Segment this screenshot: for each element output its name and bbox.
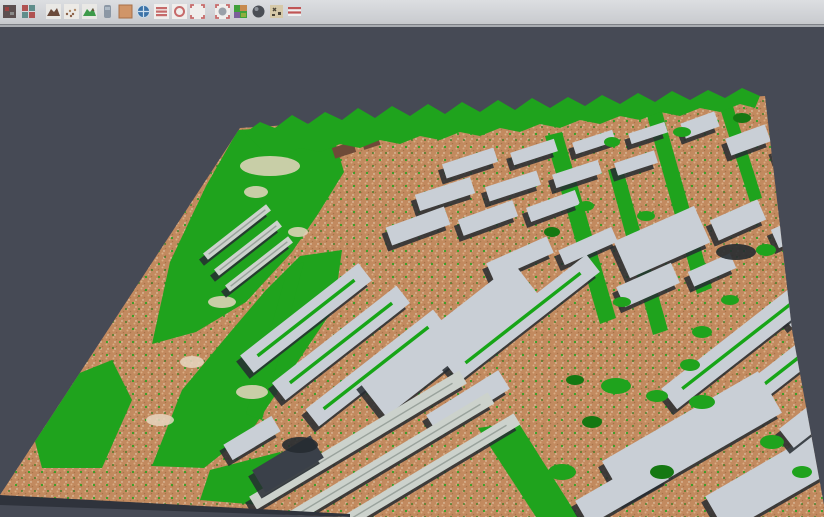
tree-blob xyxy=(692,326,712,338)
tree-blob xyxy=(544,227,560,237)
tree-blob xyxy=(733,113,751,123)
shaded-sphere-icon[interactable] xyxy=(249,1,267,21)
point-cloud-icon[interactable] xyxy=(62,1,80,21)
toolbar xyxy=(0,0,824,22)
tree-blob xyxy=(680,359,700,371)
ortho-image-icon[interactable] xyxy=(116,1,134,21)
tree-blob xyxy=(566,375,584,385)
tree-blob xyxy=(792,466,812,478)
3d-viewport[interactable] xyxy=(0,27,824,517)
layers-icon[interactable] xyxy=(152,1,170,21)
tree-blob xyxy=(673,127,691,137)
tree-blob xyxy=(604,137,620,147)
tree-blob xyxy=(582,416,602,428)
tree-blob xyxy=(650,465,674,479)
tree-blob xyxy=(613,297,631,307)
register-pixels-icon[interactable] xyxy=(19,1,37,21)
point-cloud-scene xyxy=(0,27,824,517)
tree-blob xyxy=(756,244,776,256)
tree-blob xyxy=(578,201,594,211)
circle-select-icon[interactable] xyxy=(170,1,188,21)
vegetation-terrain-icon[interactable] xyxy=(80,1,98,21)
application-window xyxy=(0,0,824,517)
flag-icon[interactable] xyxy=(285,1,303,21)
globe-view-icon[interactable] xyxy=(134,1,152,21)
tree-blob xyxy=(646,390,668,402)
tree-blob xyxy=(721,295,739,305)
sphere-select-icon[interactable] xyxy=(213,1,231,21)
tree-blob xyxy=(760,435,784,449)
tree-blob xyxy=(637,211,655,221)
tree-blob xyxy=(548,464,576,480)
tree-blob xyxy=(689,395,715,409)
classification-view-icon[interactable] xyxy=(231,1,249,21)
terrain-icon[interactable] xyxy=(44,1,62,21)
map-annotations-icon[interactable] xyxy=(267,1,285,21)
tree-blob xyxy=(601,378,631,394)
profile-icon[interactable] xyxy=(98,1,116,21)
open-data-icon[interactable] xyxy=(1,1,19,21)
crop-select-icon[interactable] xyxy=(188,1,206,21)
